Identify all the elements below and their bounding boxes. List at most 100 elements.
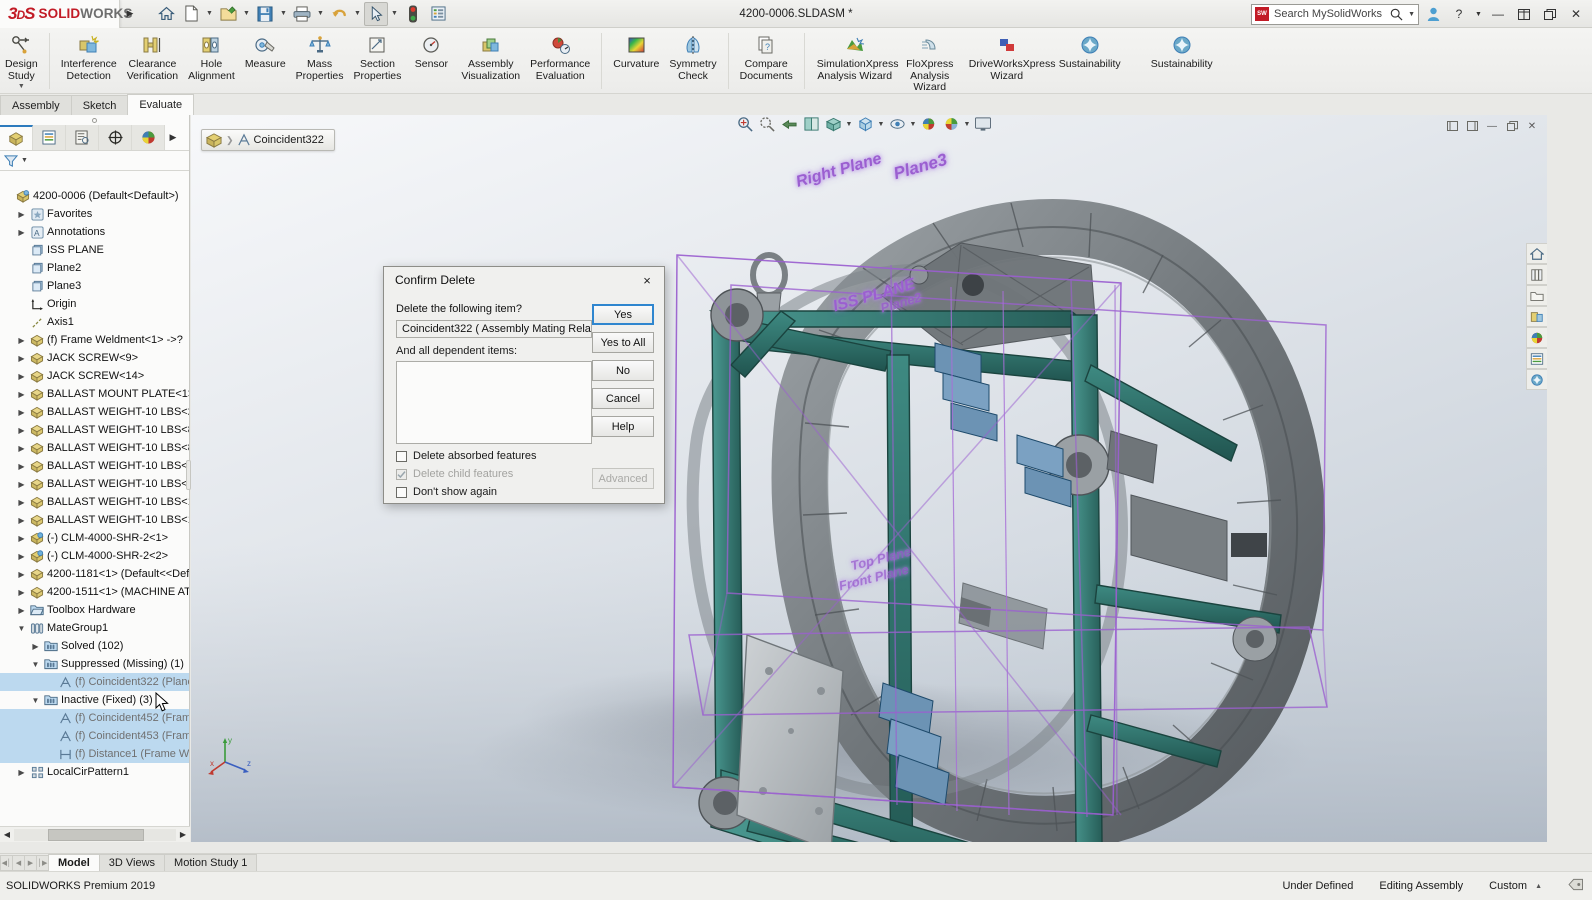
section-properties-button[interactable]: SectionProperties <box>349 31 407 82</box>
print-dropdown-icon[interactable]: ▼ <box>315 2 326 26</box>
rebuild-icon[interactable] <box>401 2 425 26</box>
filter-dropdown-icon[interactable]: ▼ <box>21 157 28 164</box>
undo-icon[interactable] <box>327 2 351 26</box>
display-style-dropdown-icon[interactable]: ▼ <box>877 115 885 134</box>
chevron-right-icon[interactable]: ▶ <box>16 223 27 241</box>
restore-button[interactable] <box>1538 3 1562 25</box>
zoom-to-area-icon[interactable] <box>757 115 777 134</box>
tree-item[interactable]: (f) Distance1 (Frame Wel <box>0 745 189 763</box>
edit-appearance-icon[interactable] <box>919 115 939 134</box>
dialog-close-button[interactable]: × <box>630 267 664 293</box>
minimize-view-icon[interactable]: — <box>1483 118 1501 134</box>
clearance-verification-button[interactable]: ClearanceVerification <box>122 31 183 82</box>
file-explorer-icon[interactable] <box>1526 285 1547 306</box>
maximize-button[interactable] <box>1512 3 1536 25</box>
tab-evaluate[interactable]: Evaluate <box>127 94 194 115</box>
scroll-track[interactable] <box>14 829 176 841</box>
search-dropdown-icon[interactable]: ▼ <box>1408 11 1415 18</box>
cancel-button[interactable]: Cancel <box>592 388 654 409</box>
dont-show-again-checkbox[interactable] <box>396 487 407 498</box>
user-account-icon[interactable] <box>1421 3 1445 25</box>
hide-show-dropdown-icon[interactable]: ▼ <box>909 115 917 134</box>
status-units[interactable]: Custom <box>1489 880 1527 892</box>
symmetry-check-button[interactable]: SymmetryCheck <box>664 31 721 82</box>
tree-item[interactable]: ▶(-) CLM-4000-SHR-2<2> <box>0 547 189 565</box>
tab-sketch[interactable]: Sketch <box>71 95 129 115</box>
tree-filter-bar[interactable]: ▼ <box>0 151 189 171</box>
tab-3d-views[interactable]: 3D Views <box>99 854 165 871</box>
tree-item[interactable]: Plane2 <box>0 259 189 277</box>
tree-item[interactable]: ▶BALLAST WEIGHT-10 LBS<98> <box>0 457 189 475</box>
sustainability-button-1[interactable]: Sustainability <box>1053 31 1127 71</box>
new-document-dropdown-icon[interactable]: ▼ <box>204 2 215 26</box>
panel-collapse-handle[interactable] <box>0 115 189 125</box>
configuration-manager-tab[interactable] <box>66 125 99 150</box>
tree-item[interactable]: ▶BALLAST MOUNT PLATE<1> <box>0 385 189 403</box>
tree-item[interactable]: ▶JACK SCREW<9> <box>0 349 189 367</box>
compare-documents-button[interactable]: ? CompareDocuments <box>735 31 798 82</box>
apply-scene-dropdown-icon[interactable]: ▼ <box>963 115 971 134</box>
help-button[interactable]: Help <box>592 416 654 437</box>
tree-item[interactable]: ▼Suppressed (Missing) (1) <box>0 655 189 673</box>
chevron-right-icon[interactable]: ▶ <box>16 205 27 223</box>
custom-properties-icon[interactable] <box>1526 348 1547 369</box>
tab-motion-study-1[interactable]: Motion Study 1 <box>164 854 257 871</box>
view-settings-icon[interactable] <box>973 115 993 134</box>
design-study-button[interactable]: DesignStudy ▼ <box>0 31 43 90</box>
tree-item[interactable]: ▶LocalCirPattern1 <box>0 763 189 781</box>
solidworks-logo[interactable]: 3DS SOLIDWORKS <box>0 0 120 28</box>
chevron-right-icon[interactable]: ▶ <box>16 493 27 511</box>
solidworks-forum-icon[interactable] <box>1526 369 1547 390</box>
tree-item[interactable]: 4200-0006 (Default<Default>) <box>0 187 189 205</box>
delete-absorbed-features-row[interactable]: Delete absorbed features <box>396 450 652 462</box>
tree-item[interactable]: ▶4200-1181<1> (Default<<Default: <box>0 565 189 583</box>
tree-item[interactable]: Axis1 <box>0 313 189 331</box>
help-icon[interactable]: ? <box>1447 3 1471 25</box>
chevron-right-icon[interactable]: ▶ <box>16 331 27 349</box>
yes-button[interactable]: Yes <box>592 304 654 325</box>
menu-expand-arrow[interactable]: ▶ <box>120 0 140 28</box>
display-style-icon[interactable] <box>855 115 875 134</box>
section-view-icon[interactable] <box>801 115 821 134</box>
apply-scene-icon[interactable] <box>941 115 961 134</box>
scroll-thumb[interactable] <box>48 829 144 841</box>
tree-item[interactable]: ▶BALLAST WEIGHT-10 LBS<102> <box>0 475 189 493</box>
performance-evaluation-button[interactable]: PerformanceEvaluation <box>525 31 595 82</box>
feature-manager-tab[interactable] <box>0 125 33 150</box>
tree-item[interactable]: ▶(f) Frame Weldment<1> ->? <box>0 331 189 349</box>
dependent-items-list[interactable] <box>396 361 592 444</box>
restore-view-icon[interactable] <box>1503 118 1521 134</box>
chevron-down-icon[interactable]: ▼ <box>30 655 41 673</box>
yes-to-all-button[interactable]: Yes to All <box>592 332 654 353</box>
chevron-right-icon[interactable]: ▶ <box>16 565 27 583</box>
property-manager-tab[interactable] <box>33 125 66 150</box>
sensor-button[interactable]: Sensor <box>406 31 456 71</box>
chevron-right-icon[interactable]: ▶ <box>30 637 41 655</box>
tree-horizontal-scrollbar[interactable]: ◀ ▶ <box>0 826 190 842</box>
tree-item[interactable]: ISS PLANE <box>0 241 189 259</box>
select-cursor-icon[interactable] <box>364 2 388 26</box>
tree-item[interactable]: (f) Coincident453 (Frame <box>0 727 189 745</box>
chevron-right-icon[interactable]: ▶ <box>16 439 27 457</box>
tree-item[interactable]: ▶BALLAST WEIGHT-10 LBS<106> <box>0 493 189 511</box>
simulationxpress-button[interactable]: SimulationXpressAnalysis Wizard <box>811 31 899 82</box>
tree-item[interactable]: ▶AAnnotations <box>0 223 189 241</box>
curvature-button[interactable]: Curvature <box>608 31 664 71</box>
tree-item[interactable]: Plane3 <box>0 277 189 295</box>
display-manager-tab[interactable] <box>132 125 165 150</box>
tree-item[interactable]: ▶Favorites <box>0 205 189 223</box>
chevron-down-icon[interactable]: ▼ <box>16 619 27 637</box>
open-document-dropdown-icon[interactable]: ▼ <box>241 2 252 26</box>
panel-tabs-more-icon[interactable]: ▶ <box>165 125 181 150</box>
tree-item[interactable]: ▶Toolbox Hardware <box>0 601 189 619</box>
feature-tree[interactable]: 4200-0006 (Default<Default>)▶Favorites▶A… <box>0 187 189 820</box>
select-dropdown-icon[interactable]: ▼ <box>389 2 400 26</box>
tree-item[interactable]: ▶(-) CLM-4000-SHR-2<1> <box>0 529 189 547</box>
close-button[interactable]: ✕ <box>1564 3 1588 25</box>
tab-model[interactable]: Model <box>48 854 100 871</box>
new-document-icon[interactable] <box>179 2 203 26</box>
driveworksxpress-button[interactable]: DriveWorksXpressWizard <box>961 31 1053 82</box>
view-orientation-icon[interactable] <box>823 115 843 134</box>
tree-item[interactable]: ▶Solved (102) <box>0 637 189 655</box>
save-icon[interactable] <box>253 2 277 26</box>
